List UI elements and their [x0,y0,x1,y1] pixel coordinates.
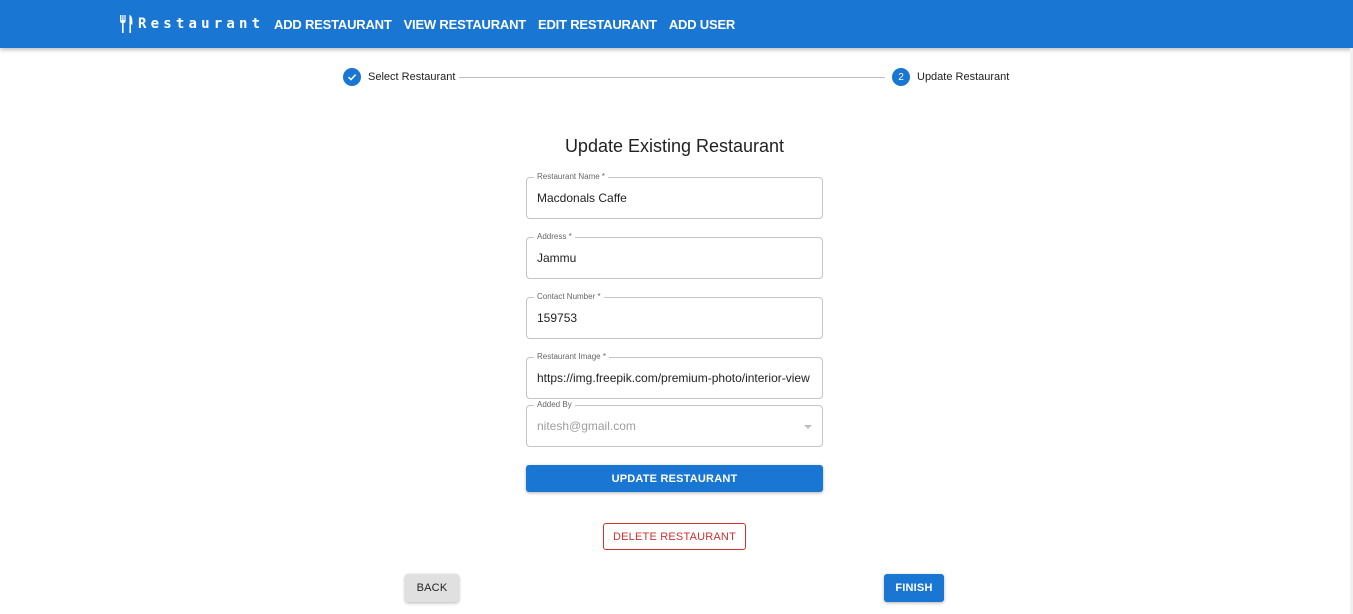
field-label: Contact Number * [534,292,604,302]
nav-add-restaurant[interactable]: ADD RESTAURANT [268,11,398,38]
nav-edit-restaurant[interactable]: EDIT RESTAURANT [532,11,663,38]
contact-number-field[interactable]: Contact Number * 159753 [526,292,823,339]
delete-restaurant-button[interactable]: DELETE RESTAURANT [603,523,746,550]
app-bar: Restaurant ADD RESTAURANT VIEW RESTAURAN… [0,0,1353,48]
step-select-restaurant: Select Restaurant [343,68,455,86]
added-by-select: Added By nitesh@gmail.com [526,400,823,447]
field-value[interactable]: Macdonals Caffe [537,191,814,205]
form-title: Update Existing Restaurant [564,136,785,156]
stepper: Select Restaurant 2 Update Restaurant [343,68,1013,88]
field-label: Address * [534,232,575,242]
step-label: Update Restaurant [917,71,1010,83]
field-value[interactable]: https://img.freepik.com/premium-photo/in… [537,371,814,385]
step-number: 2 [892,68,910,86]
field-value: nitesh@gmail.com [537,419,636,433]
finish-button[interactable]: FINISH [884,574,944,602]
step-connector [459,77,885,78]
field-label: Added By [534,400,575,410]
step-update-restaurant: 2 Update Restaurant [892,68,1009,86]
nav-view-restaurant[interactable]: VIEW RESTAURANT [398,11,532,38]
brand-logo[interactable]: Restaurant [118,14,264,34]
field-label: Restaurant Name * [534,172,609,182]
restaurant-name-field[interactable]: Restaurant Name * Macdonals Caffe [526,172,823,219]
dropdown-arrow-icon [804,425,812,429]
field-label: Restaurant Image * [534,352,609,362]
brand-name: Restaurant [138,16,265,32]
main-nav: ADD RESTAURANT VIEW RESTAURANT EDIT REST… [268,0,741,48]
address-field[interactable]: Address * Jammu [526,232,823,279]
check-icon [343,68,361,86]
step-label: Select Restaurant [368,71,456,83]
field-value[interactable]: Jammu [537,251,814,265]
field-value[interactable]: 159753 [537,311,814,325]
fork-knife-icon [120,15,133,33]
back-button[interactable]: BACK [405,574,459,602]
restaurant-image-field[interactable]: Restaurant Image * https://img.freepik.c… [526,352,823,399]
nav-add-user[interactable]: ADD USER [663,11,741,38]
update-restaurant-button[interactable]: UPDATE RESTAURANT [526,465,823,492]
